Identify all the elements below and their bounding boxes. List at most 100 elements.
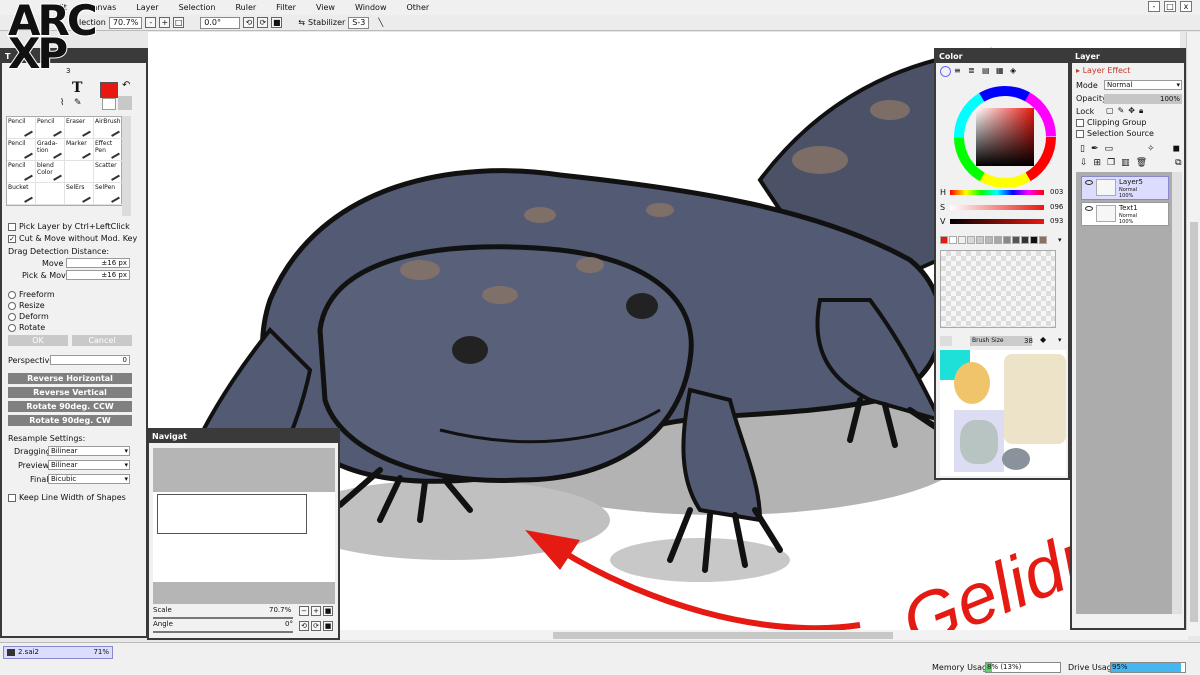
color-swatch[interactable] (940, 236, 948, 244)
menu-ruler[interactable]: Ruler (225, 3, 266, 12)
freeform-radio[interactable] (8, 290, 16, 299)
tool-blend-color[interactable]: blend Color (36, 161, 65, 183)
menu-other[interactable]: Other (397, 3, 440, 12)
scratchpad-tool-icon[interactable]: ◆ (1040, 335, 1046, 344)
tool-marker[interactable]: Marker (65, 139, 94, 161)
swap-colors-icon[interactable]: ↶ (122, 80, 130, 91)
delete-layer-icon[interactable]: 🗑︎ (1136, 158, 1147, 168)
scratchpad-prev-icon[interactable] (940, 336, 952, 346)
document-tab[interactable]: 2.sai2 71% (3, 646, 113, 659)
tool-pencil-1[interactable]: Pencil (7, 117, 36, 139)
clipping-group-option[interactable]: Clipping Group (1076, 118, 1146, 127)
stabilizer-select[interactable]: S-3 (348, 16, 370, 29)
rotate-cw-90-button[interactable]: Rotate 90deg. CW (8, 415, 132, 426)
mixer-tab[interactable]: ▤ (982, 66, 993, 77)
new-layer-plus-icon[interactable]: ⊞ (1094, 158, 1102, 168)
color-swatch[interactable] (976, 236, 984, 244)
tool-pencil-3[interactable]: Pencil (7, 139, 36, 161)
tool-effect-pen[interactable]: Effect Pen (94, 139, 123, 161)
horizontal-scroll-thumb[interactable] (553, 632, 893, 639)
scratchpad-tab[interactable]: ◈ (1010, 66, 1021, 77)
zoom-in-button[interactable]: + (159, 17, 171, 28)
tool-scatter[interactable]: Scatter (94, 161, 123, 183)
resample-dragging-select[interactable]: Bilinear (48, 446, 130, 456)
move-distance-field[interactable]: ±16 px (66, 258, 130, 268)
swatch-menu-icon[interactable]: ▾ (1058, 236, 1062, 244)
navigator-view-rect[interactable] (157, 494, 307, 534)
navigator-preview[interactable] (153, 448, 335, 604)
menu-view[interactable]: View (306, 3, 345, 12)
rotate-reset-button[interactable]: ■ (271, 17, 283, 28)
ok-button[interactable]: OK (8, 335, 68, 346)
resample-preview-select[interactable]: Bilinear (48, 460, 130, 470)
layer-fx-icon[interactable]: ✧ (1147, 144, 1155, 154)
color-swatch[interactable] (1030, 236, 1038, 244)
new-folder-icon[interactable]: ▭ (1105, 144, 1114, 154)
rotate-radio[interactable] (8, 323, 16, 332)
mode-freeform[interactable]: Freeform (8, 290, 55, 299)
lock-all-icon[interactable]: 🔒︎ (1139, 106, 1143, 116)
duplicate-layer-icon[interactable]: ❐ (1107, 158, 1115, 168)
eyedropper-icon[interactable]: ✎ (74, 98, 82, 108)
swatches-tab[interactable]: ▦ (996, 66, 1007, 77)
color-wheel[interactable] (950, 82, 1060, 192)
maximize-button[interactable]: □ (1164, 1, 1176, 12)
scale-plus-button[interactable]: + (311, 606, 321, 616)
new-layer-icon[interactable]: ▯ (1080, 144, 1085, 154)
color-swatch[interactable] (1039, 236, 1047, 244)
keep-line-width-checkbox[interactable] (8, 493, 16, 502)
lock-paint-icon[interactable]: ✎ (1118, 106, 1125, 116)
layer-extra-icon[interactable]: ⧉ (1175, 158, 1181, 168)
scale-minus-button[interactable]: − (299, 606, 309, 616)
tool-empty-1[interactable] (65, 161, 94, 183)
angle-slider[interactable] (153, 631, 293, 633)
tool-pencil-4[interactable]: Pencil (7, 161, 36, 183)
swatch-grid[interactable] (940, 250, 1056, 328)
zoom-field[interactable]: 70.7% (108, 16, 143, 29)
color-swatch[interactable] (967, 236, 975, 244)
color-swatch[interactable] (1012, 236, 1020, 244)
opacity-slider[interactable]: 100% (1104, 94, 1182, 104)
layer-row-text1[interactable]: Text1 Normal 100% (1081, 202, 1169, 226)
menu-selection[interactable]: Selection (169, 3, 226, 12)
color-swatch[interactable] (1003, 236, 1011, 244)
tool-sel-pen[interactable]: SelPen (94, 183, 123, 205)
menu-filter[interactable]: Filter (266, 3, 306, 12)
mode-resize[interactable]: Resize (8, 301, 45, 310)
angle-reset-button[interactable]: ■ (323, 621, 333, 631)
rgb-slider-tab[interactable]: ≡ (954, 66, 965, 77)
reverse-vertical-button[interactable]: Reverse Vertical (8, 387, 132, 398)
menu-layer[interactable]: Layer (126, 3, 168, 12)
tool-sel-eraser[interactable]: SelErs (65, 183, 94, 205)
tool-bucket[interactable]: Bucket (7, 183, 36, 205)
resize-radio[interactable] (8, 301, 16, 310)
tool-grid-scrollbar[interactable] (122, 116, 131, 216)
rotate-ccw-button[interactable]: ⟲ (243, 17, 255, 28)
tool-pencil-2[interactable]: Pencil (36, 117, 65, 139)
resample-final-select[interactable]: Bicubic (48, 474, 130, 484)
lock-transparency-icon[interactable]: ▢ (1106, 106, 1114, 116)
rotate-cw-button[interactable]: ⟳ (257, 17, 269, 28)
close-button[interactable]: x (1180, 1, 1192, 12)
flip-icon[interactable]: ⇆ (298, 18, 305, 27)
rotation-field[interactable]: 0.0° (200, 16, 241, 29)
blend-mode-select[interactable]: Normal (1104, 80, 1182, 90)
new-pen-layer-icon[interactable]: ✒ (1091, 144, 1099, 154)
hue-slider[interactable] (950, 190, 1044, 195)
minimize-button[interactable]: - (1148, 1, 1160, 12)
lasso-icon[interactable]: ⌇ (60, 98, 64, 108)
saturation-slider[interactable] (950, 205, 1044, 210)
color-swatch[interactable] (985, 236, 993, 244)
brush-size-value[interactable]: 38 (1024, 337, 1033, 345)
color-swatch[interactable] (994, 236, 1002, 244)
angle-cw-button[interactable]: ⟳ (311, 621, 321, 631)
angle-ccw-button[interactable]: ⟲ (299, 621, 309, 631)
visibility-eye-icon[interactable] (1085, 180, 1093, 185)
layer-list-scrollbar[interactable] (1172, 172, 1182, 614)
selection-source-checkbox[interactable] (1076, 129, 1084, 138)
scratchpad-canvas[interactable] (940, 350, 1066, 476)
vertical-scroll-thumb[interactable] (1190, 222, 1198, 622)
vertical-scrollbar[interactable] (1186, 32, 1200, 636)
transparent-color-swatch[interactable] (118, 96, 132, 110)
scale-reset-button[interactable]: ■ (323, 606, 333, 616)
